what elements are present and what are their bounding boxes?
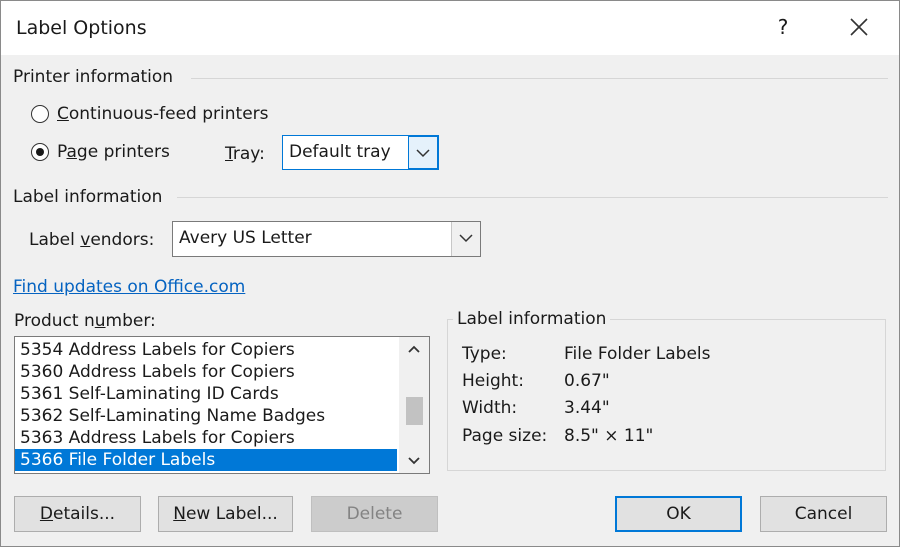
scroll-up-button[interactable]	[399, 337, 429, 361]
list-scrollbar[interactable]	[399, 337, 429, 473]
label-info-separator	[177, 197, 888, 198]
chevron-down-icon	[416, 149, 430, 158]
scroll-down-button[interactable]	[399, 449, 429, 473]
dialog-title: Label Options	[16, 17, 147, 39]
delete-button[interactable]: Delete	[311, 496, 438, 532]
continuous-feed-label: Continuous-feed printers	[57, 104, 269, 124]
width-value: 3.44"	[564, 398, 610, 418]
width-label: Width:	[462, 398, 518, 418]
page-size-value: 8.5" × 11"	[564, 426, 654, 446]
label-details-heading: Label information	[453, 309, 611, 329]
label-info-heading: Label information	[13, 187, 169, 207]
page-printers-radio-row[interactable]: Page printers	[31, 142, 170, 162]
tray-value: Default tray	[289, 142, 391, 162]
chevron-up-icon	[408, 345, 420, 353]
list-item[interactable]: 5363 Address Labels for Copiers	[15, 427, 397, 449]
label-vendors-label: Label vendors:	[29, 230, 155, 250]
list-item-selected[interactable]: 5366 File Folder Labels	[15, 449, 397, 471]
list-item[interactable]: 5361 Self-Laminating ID Cards	[15, 383, 397, 405]
new-label-button[interactable]: New Label...	[158, 496, 293, 532]
height-label: Height:	[462, 371, 524, 391]
scroll-thumb[interactable]	[406, 397, 423, 425]
list-item[interactable]: 5360 Address Labels for Copiers	[15, 361, 397, 383]
find-updates-link[interactable]: Find updates on Office.com	[13, 277, 245, 297]
continuous-feed-radio-row[interactable]: Continuous-feed printers	[31, 104, 269, 124]
page-size-label: Page size:	[462, 426, 548, 446]
list-item[interactable]: 5362 Self-Laminating Name Badges	[15, 405, 397, 427]
height-value: 0.67"	[564, 371, 610, 391]
tray-label: Tray:	[225, 144, 265, 164]
list-item[interactable]: 5354 Address Labels for Copiers	[15, 339, 397, 361]
chevron-down-icon	[408, 457, 420, 465]
product-number-label: Product number:	[14, 311, 156, 331]
label-options-dialog: Label Options ? Printer information Cont…	[0, 0, 900, 547]
tray-dropdown[interactable]: Default tray	[282, 135, 439, 170]
type-value: File Folder Labels	[564, 344, 711, 364]
chevron-down-icon	[459, 234, 473, 243]
product-number-list[interactable]: 5354 Address Labels for Copiers 5360 Add…	[14, 336, 430, 474]
label-details-group	[447, 319, 886, 471]
label-vendors-value: Avery US Letter	[179, 228, 312, 248]
type-label: Type:	[462, 344, 507, 364]
printer-info-separator	[191, 78, 888, 79]
tray-dropdown-button[interactable]	[408, 136, 438, 169]
close-button[interactable]	[841, 11, 877, 43]
page-printers-radio[interactable]	[31, 143, 49, 161]
details-button[interactable]: Details...	[14, 496, 141, 532]
label-vendors-dropdown[interactable]: Avery US Letter	[172, 221, 481, 257]
ok-button[interactable]: OK	[615, 496, 742, 532]
cancel-button[interactable]: Cancel	[760, 496, 887, 532]
page-printers-label: Page printers	[57, 142, 170, 162]
title-bar: Label Options ?	[1, 1, 899, 55]
close-icon	[850, 18, 868, 36]
printer-info-heading: Printer information	[13, 67, 180, 87]
label-vendors-dropdown-button[interactable]	[451, 222, 480, 256]
help-button[interactable]: ?	[767, 11, 799, 43]
continuous-feed-radio[interactable]	[31, 105, 49, 123]
